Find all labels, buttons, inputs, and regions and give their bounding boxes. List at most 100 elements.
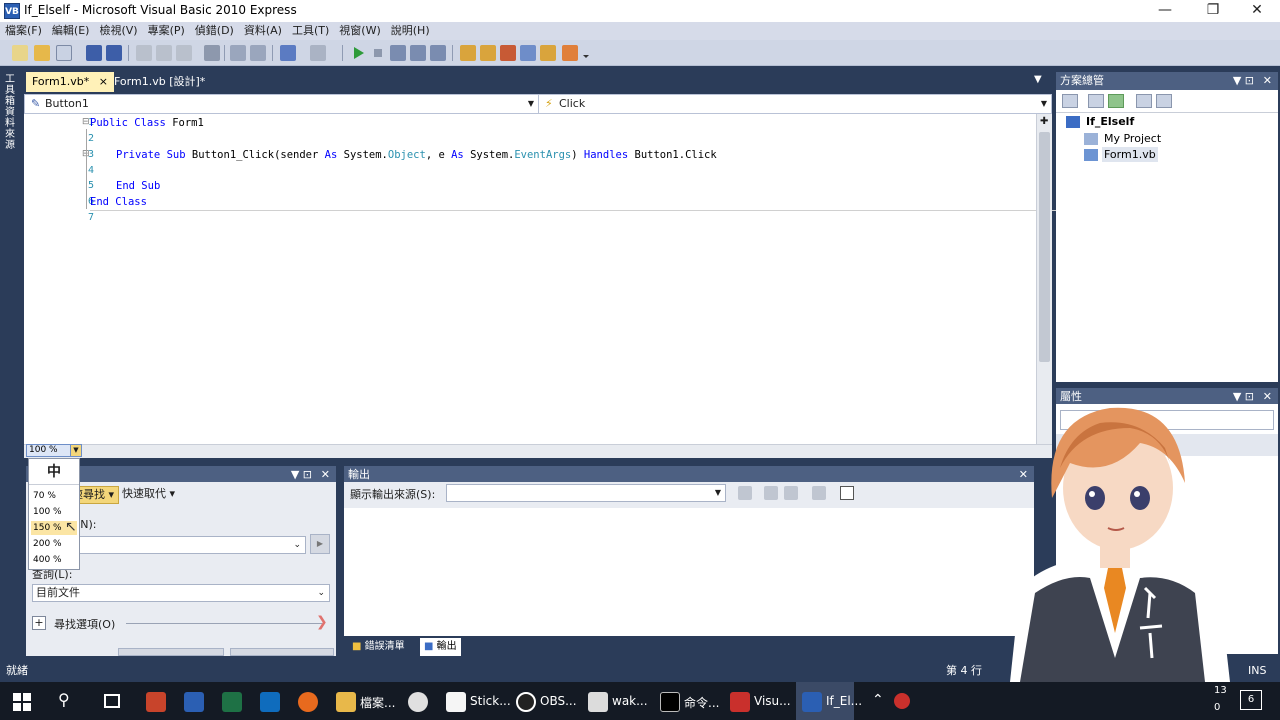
split-icon[interactable]: ✚ [1040,116,1048,127]
word-wrap-icon[interactable] [840,486,854,500]
solution-explorer-icon[interactable] [480,45,496,61]
minimize-icon[interactable]: — [1142,0,1188,22]
undo-icon[interactable] [280,45,296,61]
collapse-icon[interactable]: ⊟ [82,117,90,127]
scrollbar-thumb[interactable] [1039,132,1050,362]
start-debugging-icon[interactable] [350,45,366,61]
view-designer-icon[interactable] [1156,94,1172,108]
tab-error-list[interactable]: ■ 錯誤清單 [348,638,409,656]
firefox-icon[interactable] [298,692,318,712]
start-page-icon[interactable] [562,45,578,61]
menu-project[interactable]: 專案(P) [143,22,190,40]
redo-icon[interactable] [310,45,326,61]
zoom-combo[interactable]: 100 % [26,444,72,457]
properties-window-icon[interactable] [500,45,516,61]
tree-my-project[interactable]: My Project [1104,132,1161,145]
toolbox-icon[interactable] [540,45,556,61]
output-source-combo[interactable]: ▼ [446,484,726,502]
step-into-icon[interactable] [390,45,406,61]
chrome-icon[interactable] [408,692,428,712]
uncomment-icon[interactable] [250,45,266,61]
tree-form1[interactable]: Form1.vb [1102,147,1158,162]
save-all-icon[interactable] [106,45,122,61]
file-explorer-icon[interactable] [336,692,356,712]
menu-tools[interactable]: 工具(T) [287,22,334,40]
pin-icon[interactable]: ▼ ⊡ [1233,72,1254,90]
paste-icon[interactable] [176,45,192,61]
windows-start-icon[interactable] [12,692,32,715]
menu-data[interactable]: 資料(A) [239,22,287,40]
tab-dropdown-icon[interactable]: ▼ [1034,74,1042,85]
visual-basic-icon[interactable] [802,692,822,712]
pdf-icon[interactable] [730,692,750,712]
command-prompt-icon[interactable] [660,692,680,712]
step-over-icon[interactable] [410,45,426,61]
menu-help[interactable]: 說明(H) [386,22,435,40]
view-code-icon[interactable] [1136,94,1152,108]
tab-form1-code[interactable]: Form1.vb* × [26,72,114,92]
find-in-files-icon[interactable] [460,45,476,61]
toolbar-overflow-icon[interactable] [582,45,590,61]
previous-message-icon[interactable] [764,486,778,500]
menu-file[interactable]: 檔案(F) [0,22,47,40]
menu-window[interactable]: 視窗(W) [334,22,385,40]
obs-icon[interactable] [516,692,536,712]
close-icon[interactable]: ✕ [1234,0,1280,22]
zoom-option[interactable]: 200 % [33,539,62,549]
find-icon[interactable] [204,45,220,61]
object-browser-icon[interactable] [520,45,536,61]
open-file-icon[interactable] [34,45,50,61]
close-pane-icon[interactable]: ✕ [1263,72,1272,90]
powerpoint-icon[interactable] [146,692,166,712]
wakaru-icon[interactable] [588,692,608,712]
zoom-option[interactable]: 70 % [33,491,56,501]
taskbar-label[interactable]: Visu... [754,694,791,708]
quick-replace-tab[interactable]: 快速取代 ▾ [118,486,179,504]
expand-icon[interactable]: + [32,616,46,630]
method-name-combo[interactable]: ⚡ Click ▼ [539,95,1051,113]
add-item-icon[interactable] [56,45,72,61]
comment-icon[interactable] [230,45,246,61]
taskbar-label[interactable]: 命令... [684,694,719,711]
notification-icon[interactable]: 6 [1240,690,1262,710]
excel-icon[interactable] [222,692,242,712]
chevron-up-icon[interactable]: ⌃ [872,692,884,708]
find-all-button[interactable] [118,648,224,656]
search-icon[interactable]: ⚲ [58,690,70,709]
look-in-combo[interactable]: 目前文件 ⌄ [32,584,330,602]
refresh-icon[interactable] [1108,94,1124,108]
tray-app-icon[interactable] [894,693,910,709]
menu-debug[interactable]: 偵錯(D) [190,22,239,40]
cut-icon[interactable] [136,45,152,61]
taskbar-label[interactable]: OBS... [540,694,577,708]
show-all-files-icon[interactable] [1088,94,1104,108]
tab-form1-design[interactable]: Form1.vb [設計]* [108,72,211,92]
class-name-combo[interactable]: ✎ Button1 ▼ [25,95,539,113]
tree-project[interactable]: If_Elself [1086,115,1134,128]
zoom-option[interactable]: 400 % [33,555,62,565]
sticky-notes-icon[interactable] [446,692,466,712]
zoom-dropdown-icon[interactable]: ▼ [70,444,82,457]
clock-date[interactable]: 0 [1214,702,1220,713]
find-options-label[interactable]: 尋找選項(O) [54,616,115,632]
step-out-icon[interactable] [430,45,446,61]
menu-edit[interactable]: 編輯(E) [47,22,95,40]
close-tab-icon[interactable]: × [99,75,108,88]
stop-icon[interactable] [370,45,386,61]
tab-output[interactable]: ■ 輸出 [420,638,461,656]
word-icon[interactable] [184,692,204,712]
task-view-icon[interactable] [104,694,120,708]
bookmark-all-button[interactable] [230,648,334,656]
code-editor[interactable]: 1 2 3 4 5 6 7 ⊟ ⊟ Public Class Form1 Pri… [24,114,1060,444]
copy-icon[interactable] [156,45,172,61]
toolbox-tab[interactable]: 工具箱資料來源 [3,74,17,151]
restore-icon[interactable]: ❐ [1190,0,1236,22]
new-project-icon[interactable] [12,45,28,61]
find-message-icon[interactable] [738,486,752,500]
save-icon[interactable] [86,45,102,61]
properties-button-icon[interactable] [1062,94,1078,108]
next-message-icon[interactable] [784,486,798,500]
find-next-button[interactable]: ▶ [310,534,330,554]
zoom-option[interactable]: 100 % [33,507,62,517]
outlook-icon[interactable] [260,692,280,712]
